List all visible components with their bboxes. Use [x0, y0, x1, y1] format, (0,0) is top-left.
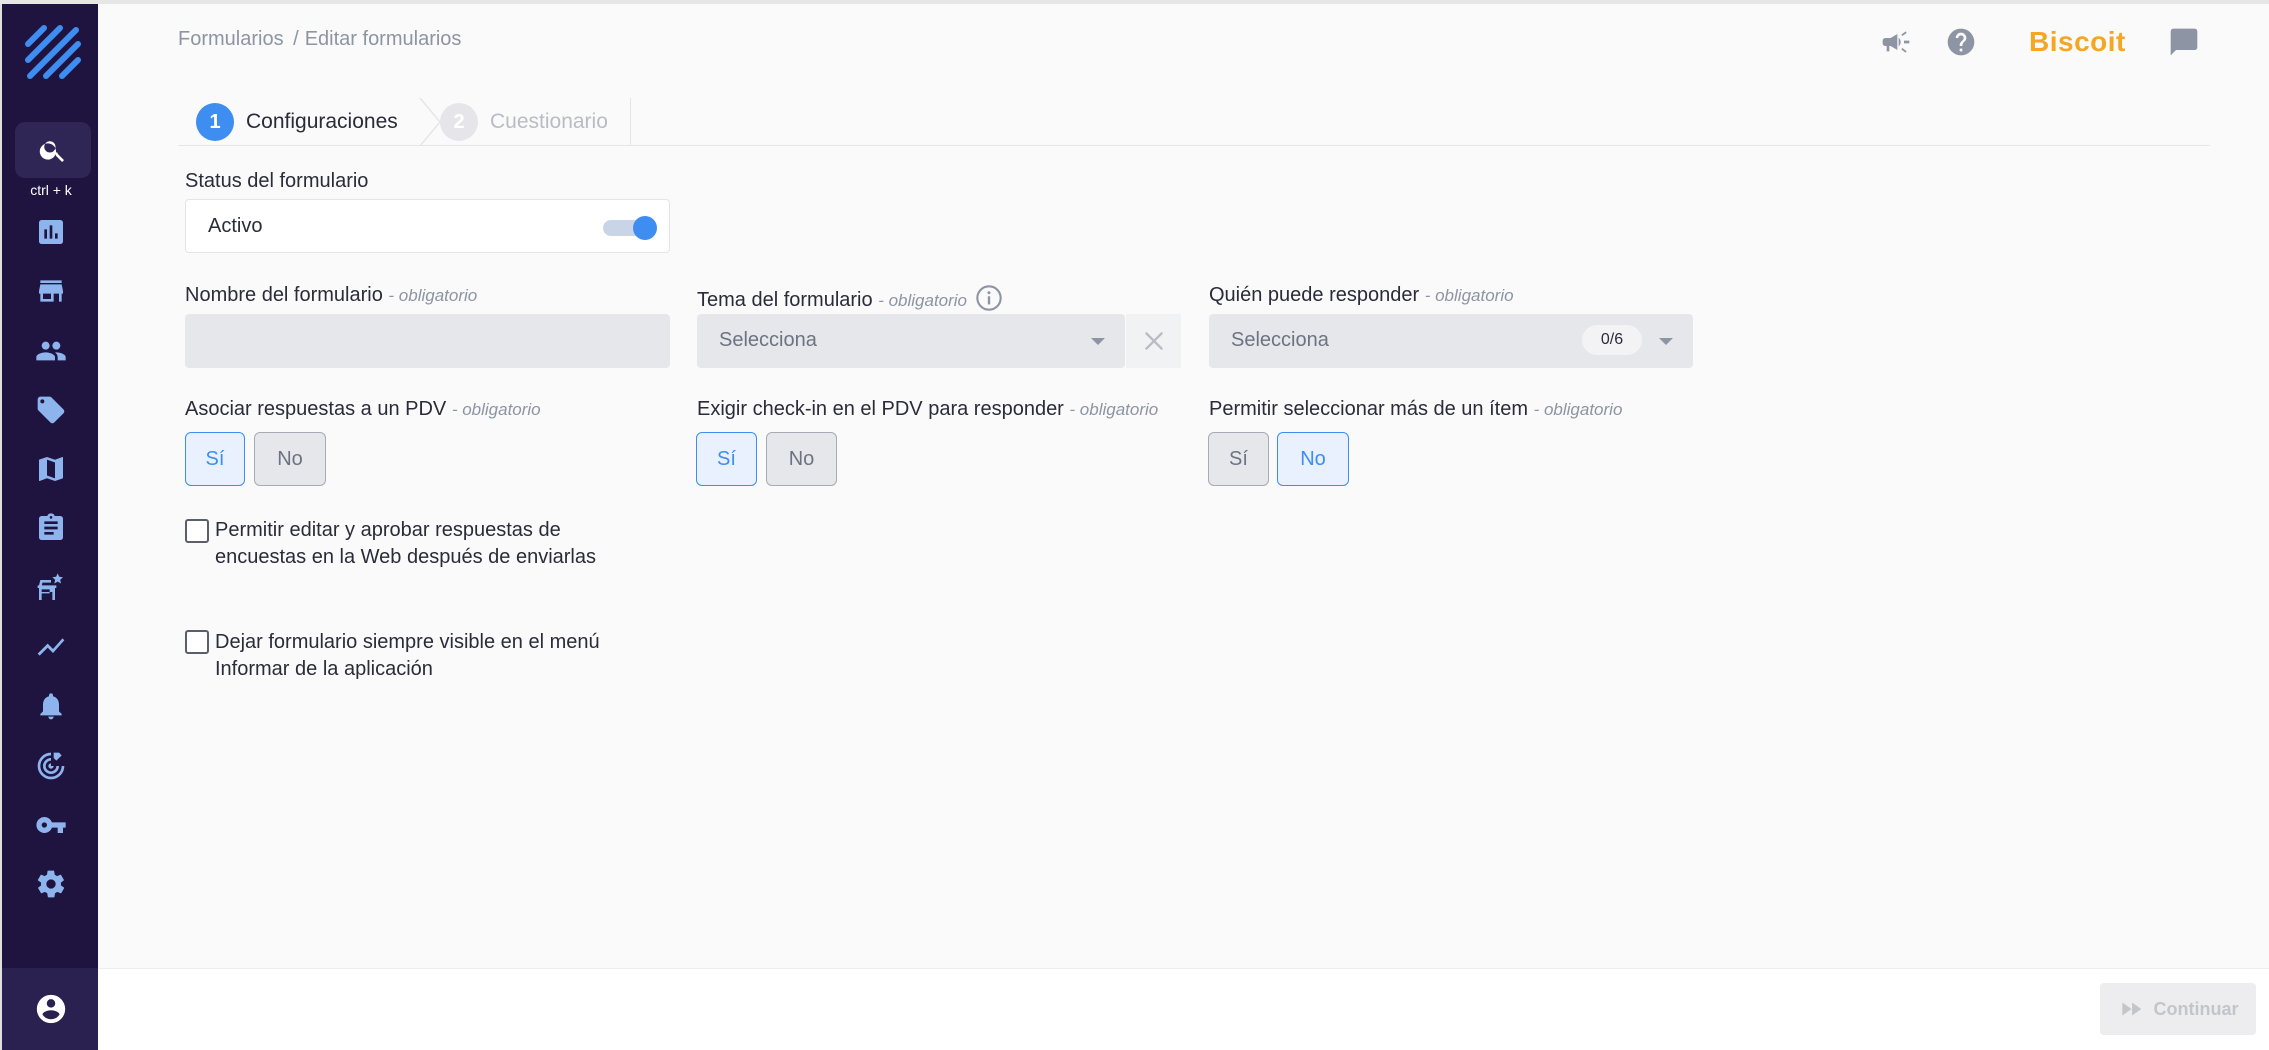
clear-theme-button[interactable]: [1126, 314, 1181, 368]
toggle-knob: [633, 216, 657, 240]
form-name-label: Nombre del formulario - obligatorio: [185, 284, 478, 306]
responders-label: Quién puede responder - obligatorio: [1209, 284, 1514, 306]
search-button[interactable]: [15, 122, 91, 178]
form-theme-placeholder: Selecciona: [719, 329, 817, 351]
announcement-icon[interactable]: [1878, 24, 1914, 60]
breadcrumb: Formularios / Editar formularios: [178, 28, 461, 51]
status-field: Activo: [185, 199, 670, 253]
always-visible-checkbox[interactable]: [185, 630, 209, 654]
edit-approve-checkbox[interactable]: [185, 519, 209, 543]
nav-map-icon[interactable]: [31, 449, 71, 489]
multi-no-button[interactable]: No: [1277, 432, 1349, 486]
step-chevron-separator: [419, 98, 441, 146]
form-theme-select[interactable]: Selecciona: [697, 314, 1125, 368]
info-icon[interactable]: [975, 284, 1003, 312]
search-icon: [39, 141, 64, 162]
form-theme-label: Tema del formulario - obligatorio: [697, 284, 1003, 312]
nav-tag-icon[interactable]: [31, 390, 71, 430]
breadcrumb-separator: /: [293, 28, 299, 50]
chat-icon[interactable]: [2166, 24, 2202, 60]
step-label: Configuraciones: [246, 110, 398, 133]
chevron-down-icon: [1659, 338, 1673, 345]
step-number: 2: [440, 103, 478, 141]
fast-forward-icon: [2121, 1002, 2141, 1016]
chevron-down-icon: [1091, 338, 1105, 345]
step-divider: [630, 98, 631, 146]
nav-people-icon[interactable]: [31, 331, 71, 371]
status-label: Status del formulario: [185, 170, 369, 192]
multi-yes-button[interactable]: Sí: [1208, 432, 1269, 486]
close-icon: [1144, 332, 1163, 350]
breadcrumb-current: Editar formularios: [304, 28, 462, 50]
status-value: Activo: [208, 215, 263, 237]
continue-button[interactable]: Continuar: [2100, 983, 2256, 1035]
associate-no-button[interactable]: No: [254, 432, 326, 486]
checkin-yes-button[interactable]: Sí: [696, 432, 757, 486]
checkin-label: Exigir check-in en el PDV para responder…: [697, 398, 1159, 420]
breadcrumb-parent[interactable]: Formularios: [178, 28, 284, 50]
app-logo-icon[interactable]: [24, 24, 82, 84]
form-name-input[interactable]: [185, 314, 670, 368]
nav-clipboard-icon[interactable]: [31, 508, 71, 548]
step-number: 1: [196, 103, 234, 141]
nav-store-star-icon[interactable]: [31, 568, 71, 608]
edit-approve-label: Permitir editar y aprobar respuestas de …: [215, 519, 596, 568]
nav-trend-icon[interactable]: [31, 627, 71, 667]
nav-bell-icon[interactable]: [31, 686, 71, 726]
checkin-no-button[interactable]: No: [766, 432, 837, 486]
sidebar: ctrl + k: [0, 4, 100, 1050]
form-stepper: 1 Configuraciones 2 Cuestionario: [178, 98, 2210, 146]
step-cuestionario[interactable]: 2 Cuestionario: [440, 98, 608, 146]
brand-logo: Biscoit: [2029, 26, 2126, 57]
continue-label: Continuar: [2153, 998, 2239, 1019]
nav-gear-icon[interactable]: [31, 864, 71, 904]
header-actions: Biscoit: [1878, 22, 2202, 62]
step-label: Cuestionario: [490, 110, 608, 133]
nav-store-icon[interactable]: [31, 271, 71, 311]
nav-chart-icon[interactable]: [31, 212, 71, 252]
top-border: [0, 0, 2269, 4]
search-shortcut-hint: ctrl + k: [30, 182, 72, 198]
responders-placeholder: Selecciona: [1231, 329, 1329, 351]
responders-count-badge: 0/6: [1582, 325, 1642, 355]
help-icon[interactable]: [1943, 24, 1979, 60]
associate-label: Asociar respuestas a un PDV - obligatori…: [185, 398, 541, 420]
nav-key-icon[interactable]: [31, 805, 71, 845]
always-visible-label: Dejar formulario siempre visible en el m…: [215, 631, 600, 680]
associate-yes-button[interactable]: Sí: [185, 432, 245, 486]
multi-select-label: Permitir seleccionar más de un ítem - ob…: [1209, 398, 1623, 420]
step-configuraciones[interactable]: 1 Configuraciones: [196, 98, 398, 146]
user-profile-button[interactable]: [2, 968, 100, 1050]
account-icon: [36, 994, 66, 1024]
status-toggle[interactable]: [603, 216, 657, 240]
footer-bar: [98, 968, 2269, 1050]
nav-target-icon[interactable]: [31, 746, 71, 786]
